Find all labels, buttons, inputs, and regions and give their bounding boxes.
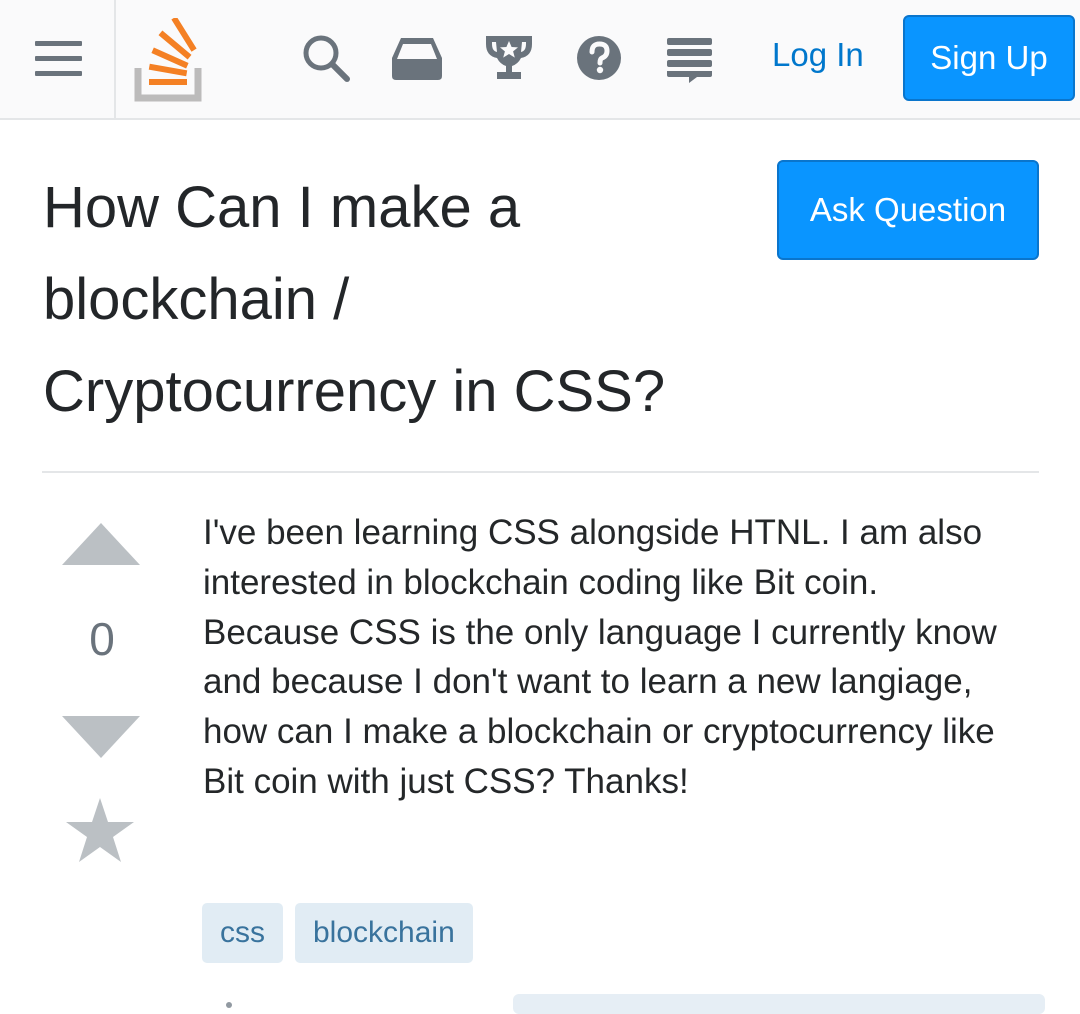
help-icon[interactable]	[573, 32, 625, 84]
search-icon[interactable]	[300, 32, 352, 84]
chat-icon[interactable]	[664, 32, 716, 84]
tag-list: css blockchain	[202, 903, 473, 963]
login-link[interactable]: Log In	[772, 36, 864, 74]
inbox-icon[interactable]	[389, 32, 445, 84]
tag-css[interactable]: css	[202, 903, 283, 963]
stackoverflow-logo-icon[interactable]	[132, 18, 204, 102]
top-bar: Log In Sign Up	[0, 0, 1080, 120]
downvote-arrow-icon[interactable]	[62, 716, 140, 758]
share-link-fragment	[226, 1002, 232, 1008]
hamburger-menu-icon[interactable]	[0, 0, 116, 118]
divider	[42, 471, 1039, 473]
upvote-arrow-icon[interactable]	[62, 523, 140, 565]
question-title[interactable]: How Can I make a blockchain / Cryptocurr…	[43, 162, 743, 438]
tag-blockchain[interactable]: blockchain	[295, 903, 473, 963]
trophy-icon[interactable]	[483, 32, 535, 84]
ask-question-button[interactable]: Ask Question	[777, 160, 1039, 260]
user-card-fragment	[513, 994, 1045, 1014]
question-body: I've been learning CSS alongside HTNL. I…	[203, 513, 997, 801]
vote-count: 0	[89, 613, 115, 665]
favorite-star-icon[interactable]	[66, 798, 134, 864]
signup-button[interactable]: Sign Up	[903, 15, 1075, 101]
